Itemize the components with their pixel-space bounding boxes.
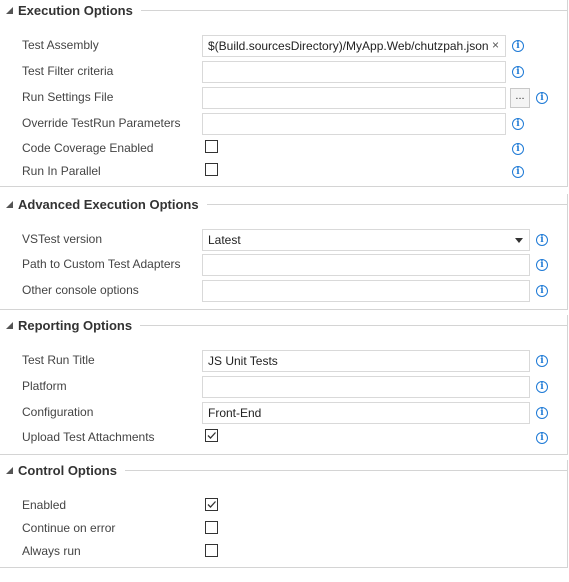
section-title: Control Options: [18, 462, 117, 478]
test-assembly-label: Test Assembly: [22, 38, 99, 52]
run-settings-row: Run Settings File ... i: [0, 87, 567, 109]
execution-options-section: Execution Options Test Assembly $(Build.…: [0, 0, 568, 187]
info-icon[interactable]: i: [536, 355, 548, 367]
run-parallel-row: Run In Parallel i: [0, 161, 567, 183]
run-parallel-checkbox[interactable]: [205, 163, 218, 176]
continue-on-error-label: Continue on error: [22, 521, 116, 535]
console-options-input[interactable]: [202, 280, 530, 302]
info-icon[interactable]: i: [536, 259, 548, 271]
test-run-title-input[interactable]: JS Unit Tests: [202, 350, 530, 372]
test-run-title-label: Test Run Title: [22, 353, 95, 367]
vstest-version-value: Latest: [208, 233, 241, 247]
always-run-label: Always run: [22, 544, 81, 558]
test-run-title-row: Test Run Title JS Unit Tests i: [0, 350, 567, 372]
always-run-row: Always run: [0, 541, 567, 563]
info-icon[interactable]: i: [536, 407, 548, 419]
info-icon[interactable]: i: [536, 432, 548, 444]
test-assembly-value: $(Build.sourcesDirectory)/MyApp.Web/chut…: [208, 39, 489, 53]
configuration-input[interactable]: Front-End: [202, 402, 530, 424]
console-options-label: Other console options: [22, 283, 139, 297]
info-icon[interactable]: i: [536, 92, 548, 104]
override-params-label: Override TestRun Parameters: [22, 116, 181, 130]
enabled-checkbox[interactable]: [205, 498, 218, 511]
reporting-options-header[interactable]: Reporting Options: [0, 315, 567, 335]
continue-on-error-row: Continue on error: [0, 518, 567, 540]
platform-row: Platform i: [0, 376, 567, 398]
checkmark-icon: [207, 501, 216, 508]
section-divider: [140, 9, 567, 11]
section-divider: [140, 324, 567, 326]
upload-attachments-checkbox[interactable]: [205, 429, 218, 442]
console-options-row: Other console options i: [0, 280, 567, 302]
code-coverage-label: Code Coverage Enabled: [22, 141, 154, 155]
custom-adapters-row: Path to Custom Test Adapters i: [0, 254, 567, 276]
run-parallel-label: Run In Parallel: [22, 164, 101, 178]
configuration-label: Configuration: [22, 405, 94, 419]
chevron-down-icon[interactable]: [4, 199, 15, 210]
section-title: Reporting Options: [18, 317, 133, 333]
override-params-row: Override TestRun Parameters i: [0, 113, 567, 135]
test-filter-row: Test Filter criteria i: [0, 61, 567, 83]
code-coverage-checkbox[interactable]: [205, 140, 218, 153]
execution-options-header[interactable]: Execution Options: [0, 0, 567, 20]
dropdown-caret-icon[interactable]: [515, 238, 523, 243]
info-icon[interactable]: i: [536, 381, 548, 393]
chevron-down-icon[interactable]: [4, 5, 15, 16]
custom-adapters-input[interactable]: [202, 254, 530, 276]
test-assembly-row: Test Assembly $(Build.sourcesDirectory)/…: [0, 35, 567, 57]
test-assembly-input[interactable]: $(Build.sourcesDirectory)/MyApp.Web/chut…: [202, 35, 506, 57]
run-settings-input[interactable]: [202, 87, 506, 109]
upload-attachments-label: Upload Test Attachments: [22, 430, 155, 444]
section-title: Execution Options: [18, 2, 133, 18]
info-icon[interactable]: i: [512, 143, 524, 155]
info-icon[interactable]: i: [512, 118, 524, 130]
test-filter-input[interactable]: [202, 61, 506, 83]
chevron-down-icon[interactable]: [4, 320, 15, 331]
section-divider: [124, 469, 567, 471]
browse-button[interactable]: ...: [510, 88, 530, 108]
continue-on-error-checkbox[interactable]: [205, 521, 218, 534]
advanced-execution-options-header[interactable]: Advanced Execution Options: [0, 194, 567, 214]
info-icon[interactable]: i: [512, 166, 524, 178]
info-icon[interactable]: i: [536, 285, 548, 297]
platform-label: Platform: [22, 379, 67, 393]
chevron-down-icon[interactable]: [4, 465, 15, 476]
clear-icon[interactable]: ×: [492, 38, 499, 52]
platform-input[interactable]: [202, 376, 530, 398]
enabled-label: Enabled: [22, 498, 67, 512]
control-options-header[interactable]: Control Options: [0, 460, 567, 480]
advanced-execution-options-section: Advanced Execution Options VSTest versio…: [0, 194, 568, 310]
checkmark-icon: [207, 432, 216, 439]
info-icon[interactable]: i: [512, 40, 524, 52]
code-coverage-row: Code Coverage Enabled i: [0, 138, 567, 160]
test-filter-label: Test Filter criteria: [22, 64, 114, 78]
enabled-row: Enabled: [0, 495, 567, 517]
section-divider: [206, 203, 567, 205]
vstest-version-row: VSTest version Latest i: [0, 229, 567, 251]
info-icon[interactable]: i: [536, 234, 548, 246]
control-options-section: Control Options Enabled Continue on erro…: [0, 460, 568, 568]
upload-attachments-row: Upload Test Attachments i: [0, 427, 567, 449]
always-run-checkbox[interactable]: [205, 544, 218, 557]
override-params-input[interactable]: [202, 113, 506, 135]
section-title: Advanced Execution Options: [18, 196, 199, 212]
run-settings-label: Run Settings File: [22, 90, 114, 104]
vstest-version-select[interactable]: Latest: [202, 229, 530, 251]
vstest-version-label: VSTest version: [22, 232, 103, 246]
reporting-options-section: Reporting Options Test Run Title JS Unit…: [0, 315, 568, 455]
info-icon[interactable]: i: [512, 66, 524, 78]
custom-adapters-label: Path to Custom Test Adapters: [22, 257, 181, 271]
configuration-row: Configuration Front-End i: [0, 402, 567, 424]
